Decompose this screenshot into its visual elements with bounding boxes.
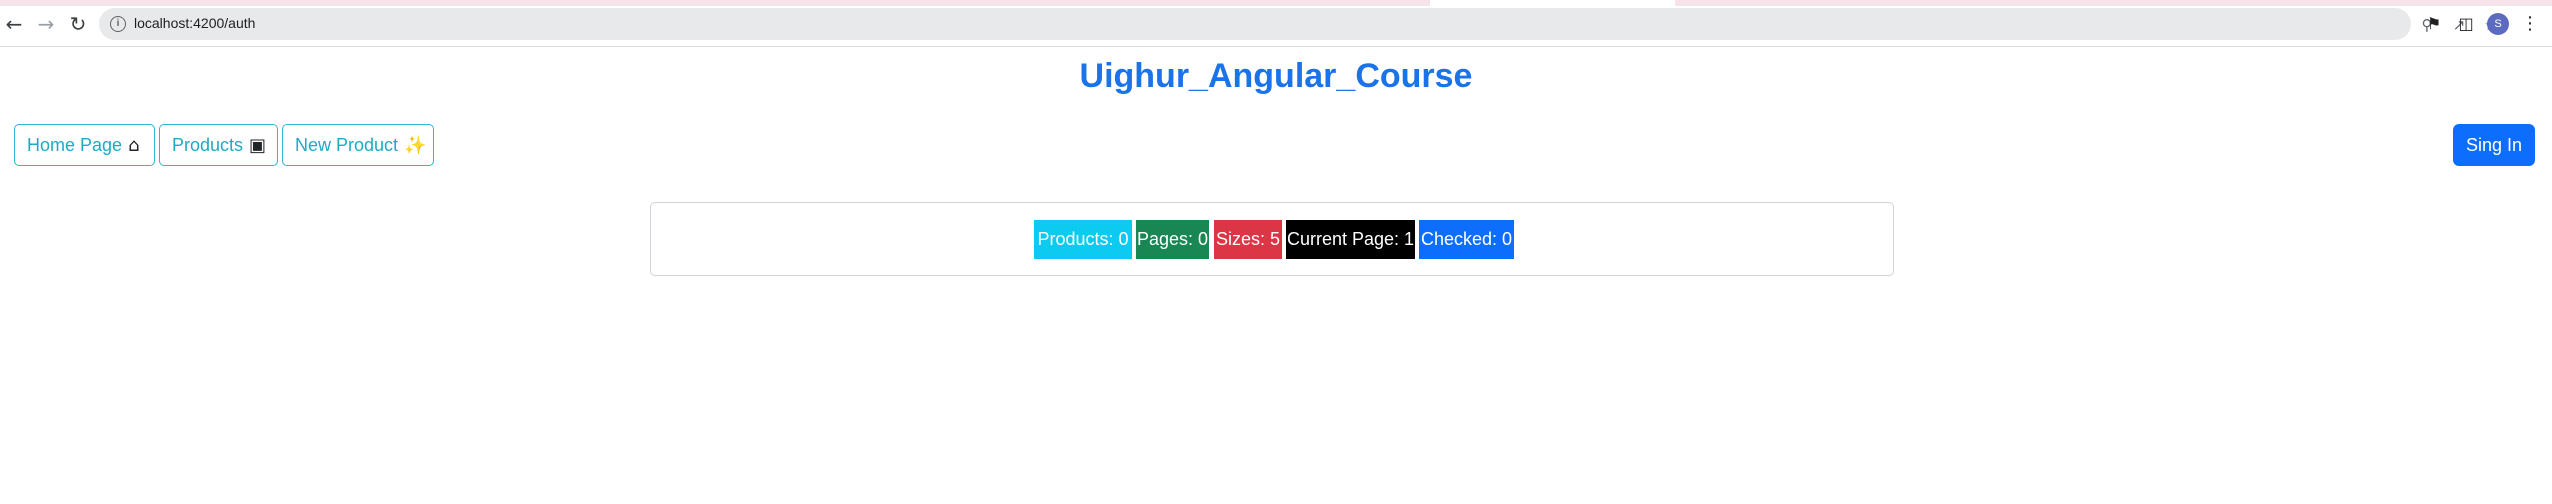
archive-icon: ▣	[249, 134, 267, 156]
products-count-badge: Products: 0	[1034, 220, 1132, 259]
browser-toolbar: ← → ↻ i localhost:4200/auth ⚲ ↗ ☆ ⚑ ◫ S …	[0, 0, 2552, 47]
magic-wand-icon: ✨	[404, 134, 427, 156]
sign-in-button[interactable]: Sing In	[2453, 124, 2535, 166]
address-bar[interactable]: i localhost:4200/auth ⚲ ↗ ☆	[99, 8, 2498, 40]
pages-count-badge: Pages: 0	[1136, 220, 1209, 259]
house-icon: ⌂	[128, 134, 140, 156]
puzzle-icon[interactable]: ⚑	[2423, 13, 2445, 35]
checked-count-badge: Checked: 0	[1419, 220, 1514, 259]
new-product-button[interactable]: New Product ✨	[282, 124, 434, 166]
kebab-menu-icon[interactable]: ⋮	[2519, 13, 2541, 35]
current-page-badge: Current Page: 1	[1286, 220, 1415, 259]
products-button[interactable]: Products ▣	[159, 124, 278, 166]
stats-card: Products: 0 Pages: 0 Sizes: 5 Current Pa…	[650, 202, 1894, 276]
new-product-label: New Product	[295, 134, 399, 155]
info-icon[interactable]: i	[110, 16, 126, 32]
forward-arrow-icon[interactable]: →	[34, 12, 58, 36]
home-page-label: Home Page	[27, 134, 123, 155]
avatar[interactable]: S	[2487, 13, 2509, 35]
back-arrow-icon[interactable]: ←	[2, 12, 26, 36]
side-panel-icon[interactable]: ◫	[2455, 13, 2477, 35]
tab-strip	[0, 0, 2552, 6]
products-label: Products	[172, 134, 244, 155]
url-text[interactable]: localhost:4200/auth	[134, 15, 255, 31]
home-page-button[interactable]: Home Page ⌂	[14, 124, 155, 166]
reload-icon[interactable]: ↻	[66, 12, 90, 36]
sizes-count-badge: Sizes: 5	[1214, 220, 1282, 259]
page-title: Uighur_Angular_Course	[1079, 57, 1473, 95]
